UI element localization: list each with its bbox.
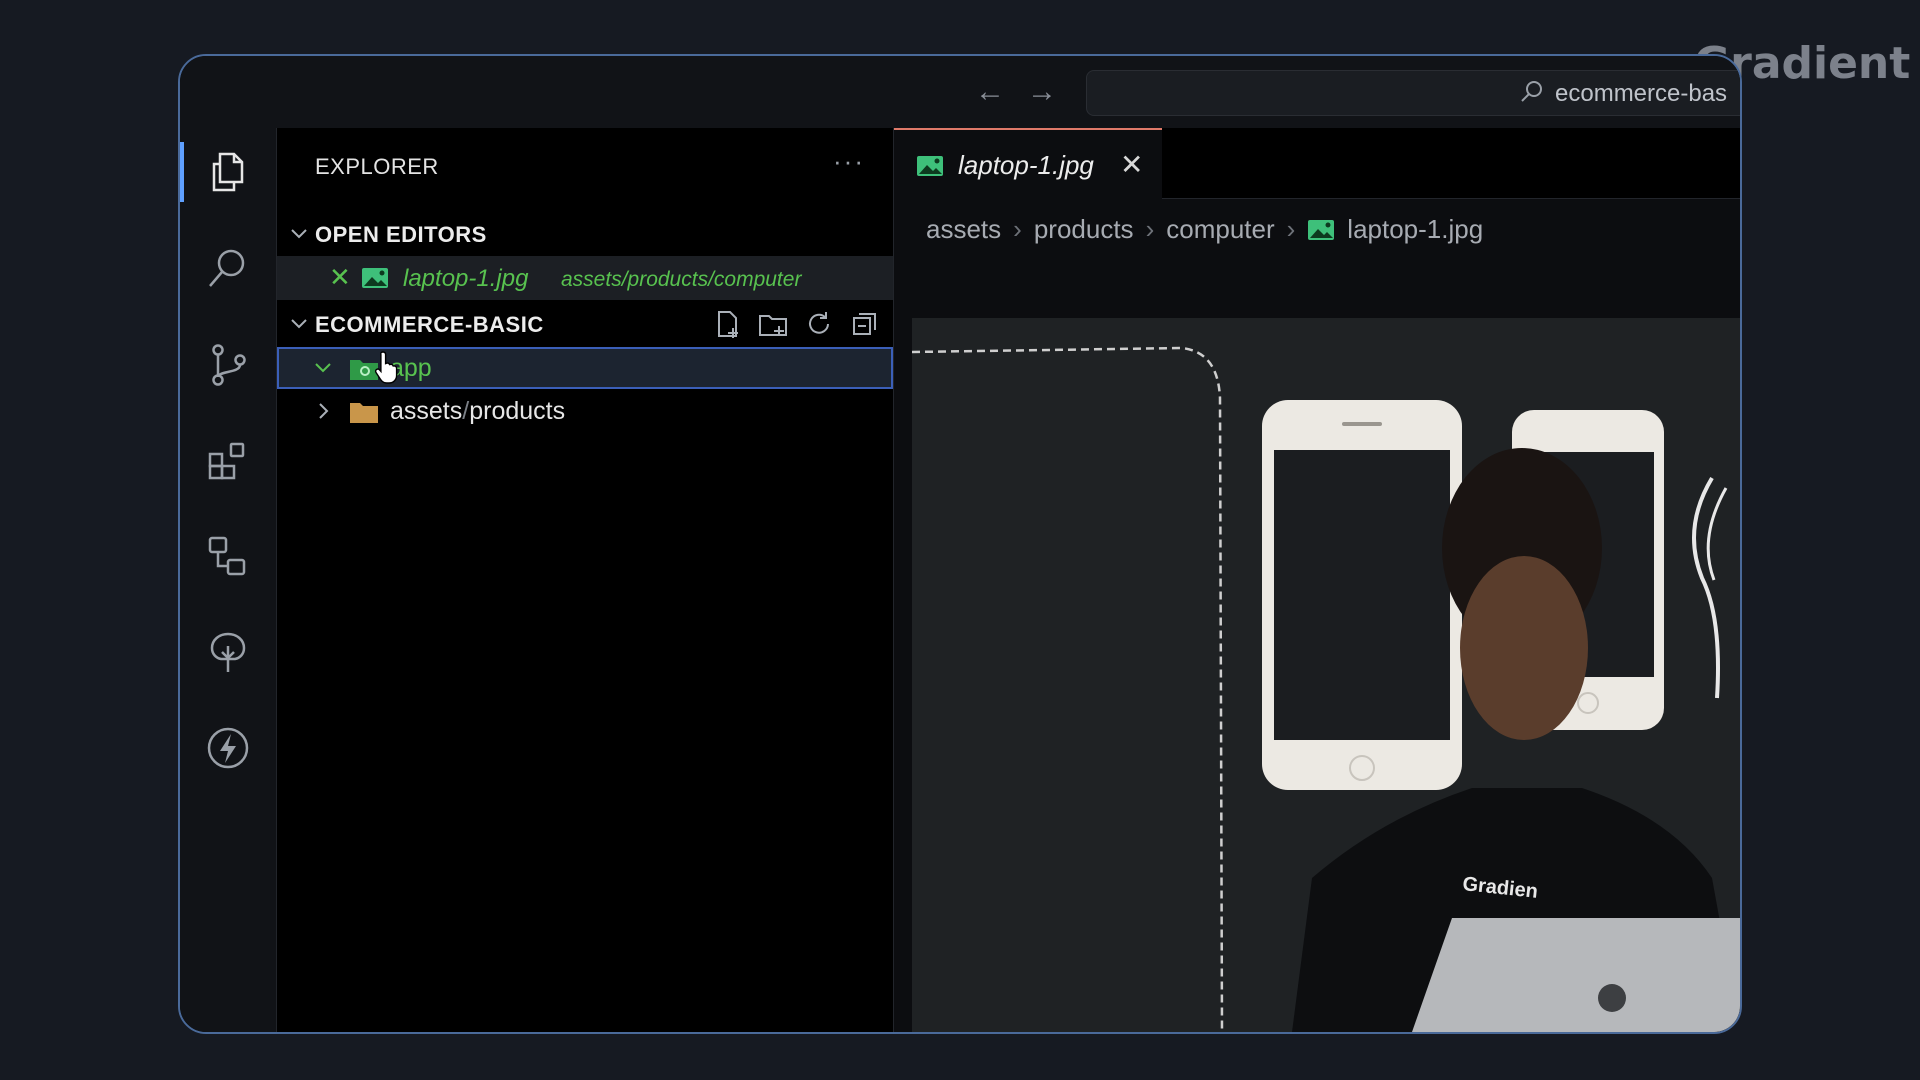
tree-item-assets-products[interactable]: assets/products [277, 390, 893, 432]
collapse-all-icon[interactable] [849, 308, 881, 340]
lightning-icon [207, 727, 249, 769]
close-icon[interactable]: ✕ [1120, 148, 1143, 181]
section-label: ECOMMERCE-BASIC [315, 312, 544, 337]
arrow-left-icon[interactable]: ← [974, 76, 1006, 108]
search-icon [1521, 81, 1542, 102]
section-project[interactable]: ECOMMERCE-BASIC [277, 302, 893, 346]
new-folder-icon[interactable] [757, 308, 789, 340]
chevron-down-icon [291, 229, 307, 239]
image-file-icon [1308, 219, 1335, 240]
activity-lightning[interactable] [180, 708, 276, 788]
hand-cursor-icon [374, 351, 398, 384]
chevron-right-icon: › [1145, 214, 1155, 244]
title-bar: ← → ecommerce-bas [180, 56, 1740, 129]
command-center-text: ecommerce-bas [1555, 80, 1728, 107]
extensions-icon [208, 442, 245, 480]
image-preview: Gradien [912, 318, 1740, 1032]
tree-item-label: assets/products [390, 397, 566, 425]
breadcrumb-item[interactable]: computer [1166, 214, 1274, 245]
tab-label: laptop-1.jpg [958, 150, 1094, 180]
editor-area: laptop-1.jpg ✕ assets › products › compu… [894, 128, 1740, 1032]
open-editor-path: assets/products/computer [561, 268, 802, 291]
activity-search[interactable] [180, 228, 276, 308]
breadcrumb-item[interactable]: products [1034, 214, 1134, 245]
explorer-sidebar: EXPLORER ··· OPEN EDITORS ✕ laptop-1.jpg… [277, 128, 894, 1032]
tree-icon [210, 632, 246, 672]
activity-explorer[interactable] [180, 132, 276, 212]
activity-bar [180, 128, 277, 1032]
image-preview-canvas: Gradien [912, 318, 1740, 1032]
refresh-icon[interactable] [803, 308, 835, 340]
editor-tabs: laptop-1.jpg ✕ [894, 128, 1740, 200]
breadcrumb-item[interactable]: laptop-1.jpg [1347, 214, 1483, 245]
image-file-icon [917, 156, 943, 176]
chevron-down-icon [291, 319, 307, 329]
activity-source-control[interactable] [180, 324, 276, 404]
image-file-icon [362, 268, 388, 288]
folder-icon [350, 403, 378, 423]
chevron-down-icon [315, 363, 331, 373]
breadcrumb: assets › products › computer › laptop-1.… [926, 214, 1483, 245]
tree-item-app[interactable]: app [277, 347, 893, 389]
activity-remote-explorer[interactable] [180, 516, 276, 596]
close-icon[interactable]: ✕ [329, 262, 351, 293]
section-label: OPEN EDITORS [315, 222, 487, 247]
search-icon [209, 249, 245, 287]
open-editor-filename: laptop-1.jpg [403, 265, 529, 292]
more-actions-icon[interactable]: ··· [833, 146, 865, 177]
vscode-window: ← → ecommerce-bas EXPLORER ··· OPEN EDIT… [178, 54, 1742, 1034]
section-actions [711, 308, 881, 340]
chevron-right-icon: › [1013, 214, 1022, 244]
new-file-icon[interactable] [711, 308, 743, 340]
activity-tree[interactable] [180, 612, 276, 692]
source-control-icon [212, 344, 246, 386]
files-icon [212, 152, 244, 192]
remote-explorer-icon [208, 536, 246, 576]
command-center-search[interactable]: ecommerce-bas [1086, 70, 1740, 116]
arrow-right-icon[interactable]: → [1026, 76, 1058, 108]
section-open-editors[interactable]: OPEN EDITORS [277, 212, 893, 256]
open-editor-item[interactable]: ✕ laptop-1.jpg assets/products/computer [277, 256, 893, 300]
tab-laptop-1[interactable]: laptop-1.jpg ✕ [894, 128, 1162, 200]
activity-extensions[interactable] [180, 420, 276, 500]
chevron-right-icon [319, 403, 329, 419]
breadcrumb-item[interactable]: assets [926, 214, 1001, 245]
chevron-right-icon: › [1286, 214, 1296, 244]
sidebar-title: EXPLORER [315, 154, 439, 179]
